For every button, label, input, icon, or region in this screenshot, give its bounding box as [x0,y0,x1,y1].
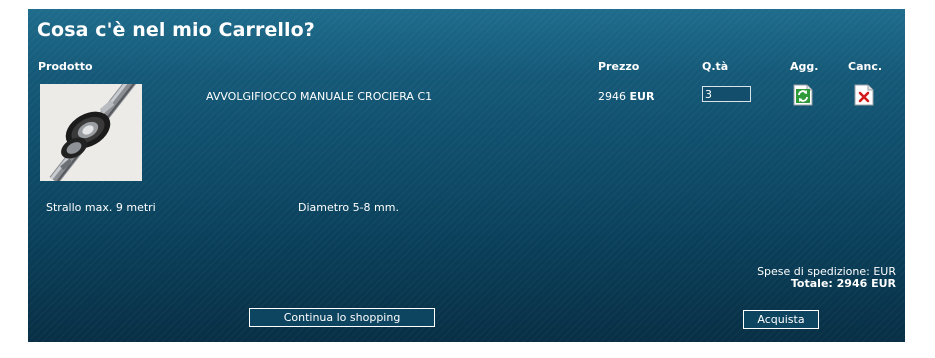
continue-shopping-button[interactable]: Continua lo shopping [249,308,435,327]
order-total: Totale: 2946 EUR [790,277,896,290]
header-update: Agg. [790,60,819,73]
price-currency: EUR [629,90,655,103]
delete-button[interactable] [854,84,874,106]
product-name[interactable]: AVVOLGIFIOCCO MANUALE CROCIERA C1 [206,90,432,103]
roller-furler-product-photo [40,84,142,181]
update-button[interactable] [793,84,813,106]
product-price: 2946 EUR [598,90,654,103]
quantity-input[interactable] [702,86,751,102]
header-product: Prodotto [38,60,93,73]
price-value: 2946 [598,90,626,103]
header-delete: Canc. [848,60,883,73]
cart-panel: Cosa c'è nel mio Carrello? Prodotto Prez… [28,9,905,342]
product-detail-length: Strallo max. 9 metri [46,201,156,214]
page-title: Cosa c'è nel mio Carrello? [37,19,315,41]
refresh-icon [793,84,813,106]
header-price: Prezzo [598,60,640,73]
buy-button[interactable]: Acquista [743,310,819,329]
header-quantity: Q.tà [702,60,729,73]
product-detail-diameter: Diametro 5-8 mm. [298,201,399,214]
product-image[interactable] [40,84,142,181]
delete-x-icon [854,84,874,106]
